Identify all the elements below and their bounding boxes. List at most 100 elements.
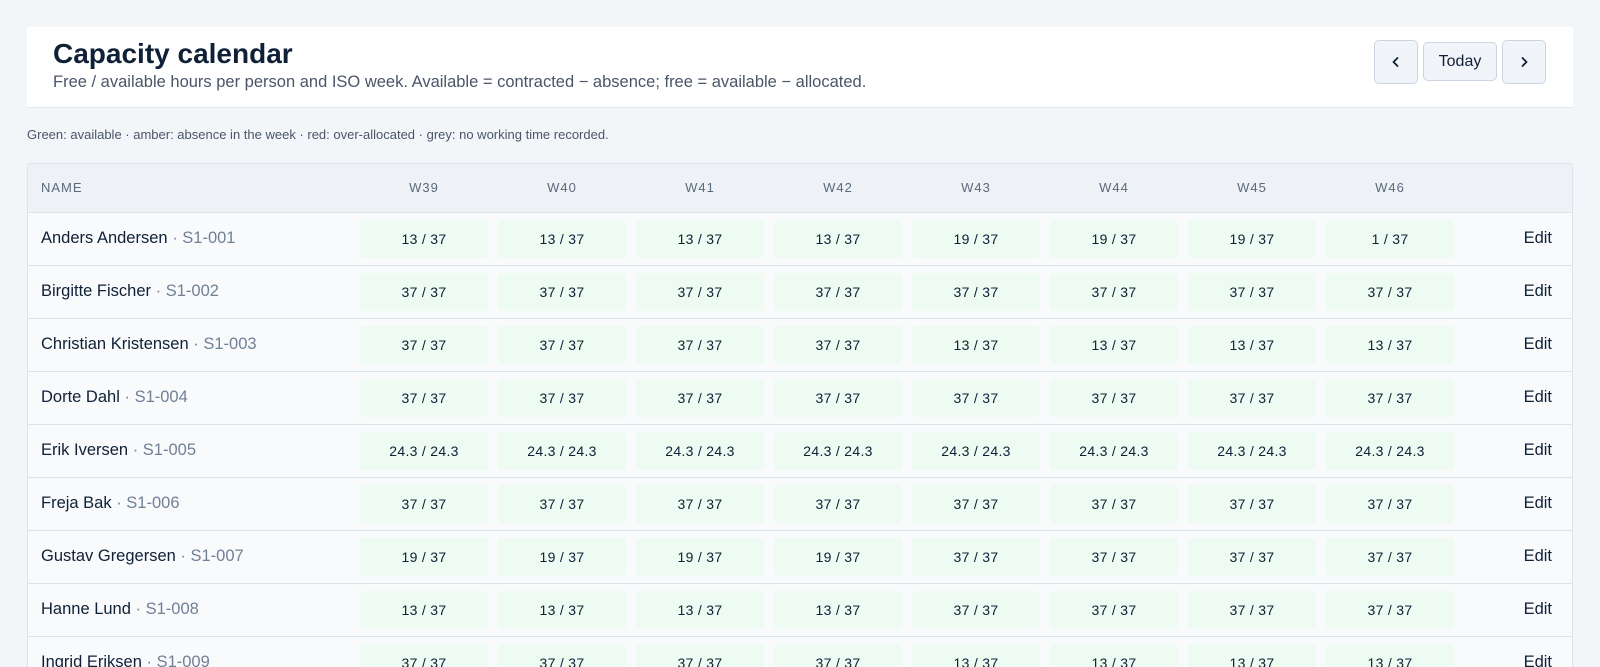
capacity-cell: 37 / 37 bbox=[1050, 537, 1178, 576]
previous-week-button[interactable] bbox=[1374, 40, 1418, 84]
name-id-separator: · bbox=[132, 441, 139, 459]
employee-name: Birgitte Fischer bbox=[41, 282, 152, 300]
capacity-cell-container: 13 / 37 bbox=[1321, 318, 1459, 371]
next-week-button[interactable] bbox=[1502, 40, 1546, 84]
table-row: Hanne Lund · S1-008 13 / 37 13 / 37 13 / 37… bbox=[28, 583, 1572, 636]
capacity-cell-container: 37 / 37 bbox=[1321, 477, 1459, 530]
edit-button[interactable]: Edit bbox=[1524, 388, 1552, 406]
chevron-left-icon bbox=[1392, 57, 1399, 67]
edit-button[interactable]: Edit bbox=[1524, 441, 1552, 459]
capacity-cell-container: 37 / 37 bbox=[769, 265, 907, 318]
capacity-cell: 13 / 37 bbox=[774, 590, 902, 629]
capacity-cell-container: 13 / 37 bbox=[1321, 636, 1459, 667]
capacity-cell: 13 / 37 bbox=[360, 219, 488, 258]
capacity-cell-container: 24.3 / 24.3 bbox=[907, 424, 1045, 477]
employee-id: S1-007 bbox=[190, 547, 244, 565]
employee-id: S1-002 bbox=[165, 282, 219, 300]
employee-id: S1-004 bbox=[134, 388, 188, 406]
capacity-cell: 37 / 37 bbox=[774, 325, 902, 364]
edit-button[interactable]: Edit bbox=[1524, 282, 1552, 300]
capacity-cell: 37 / 37 bbox=[912, 272, 1040, 311]
capacity-cell: 37 / 37 bbox=[774, 643, 902, 667]
capacity-cell-container: 37 / 37 bbox=[355, 636, 493, 667]
name-id-separator: · bbox=[172, 229, 178, 247]
capacity-cell-container: 37 / 37 bbox=[355, 477, 493, 530]
capacity-cell: 13 / 37 bbox=[498, 219, 626, 258]
capacity-cell: 37 / 37 bbox=[636, 484, 764, 523]
capacity-cell-container: 37 / 37 bbox=[1183, 583, 1321, 636]
capacity-cell: 37 / 37 bbox=[636, 643, 764, 667]
capacity-cell: 37 / 37 bbox=[1326, 272, 1454, 311]
edit-button[interactable]: Edit bbox=[1524, 653, 1552, 667]
color-legend: Green: available · amber: absence in the… bbox=[27, 127, 609, 142]
name-id-separator: · bbox=[116, 494, 122, 512]
capacity-cell: 13 / 37 bbox=[912, 325, 1040, 364]
capacity-cell: 13 / 37 bbox=[1050, 325, 1178, 364]
employee-name: Gustav Gregersen bbox=[41, 547, 176, 565]
employee-name-cell: Anders Andersen · S1-001 bbox=[28, 212, 355, 265]
capacity-cell: 37 / 37 bbox=[1326, 484, 1454, 523]
table-row: Ingrid Eriksen · S1-009 37 / 37 37 / 37 37 … bbox=[28, 636, 1572, 667]
capacity-cell-container: 37 / 37 bbox=[1045, 477, 1183, 530]
capacity-cell: 37 / 37 bbox=[498, 484, 626, 523]
column-header-week: W46 bbox=[1375, 180, 1405, 196]
capacity-cell-container: 37 / 37 bbox=[1183, 265, 1321, 318]
capacity-cell: 13 / 37 bbox=[636, 590, 764, 629]
employee-name-cell: Erik Iversen · S1-005 bbox=[28, 424, 355, 477]
capacity-cell-container: 37 / 37 bbox=[631, 318, 769, 371]
employee-id: S1-008 bbox=[145, 600, 199, 618]
capacity-cell-container: 37 / 37 bbox=[769, 371, 907, 424]
capacity-cell: 13 / 37 bbox=[498, 590, 626, 629]
capacity-cell: 37 / 37 bbox=[498, 272, 626, 311]
capacity-cell: 24.3 / 24.3 bbox=[1050, 431, 1178, 470]
capacity-cell-container: 37 / 37 bbox=[769, 318, 907, 371]
edit-cell: Edit bbox=[1459, 636, 1572, 667]
capacity-cell-container: 13 / 37 bbox=[907, 636, 1045, 667]
employee-id: S1-006 bbox=[126, 494, 180, 512]
employee-name: Hanne Lund bbox=[41, 600, 131, 618]
capacity-cell: 37 / 37 bbox=[1188, 378, 1316, 417]
table-row: Freja Bak · S1-006 37 / 37 37 / 37 37 / 37 3… bbox=[28, 477, 1572, 530]
capacity-cell: 37 / 37 bbox=[912, 378, 1040, 417]
edit-button[interactable]: Edit bbox=[1524, 494, 1552, 512]
name-id-separator: · bbox=[155, 282, 162, 300]
capacity-cell: 37 / 37 bbox=[912, 484, 1040, 523]
capacity-cell-container: 37 / 37 bbox=[493, 318, 631, 371]
capacity-cell-container: 13 / 37 bbox=[355, 212, 493, 265]
capacity-cell: 13 / 37 bbox=[774, 219, 902, 258]
table-body: Anders Andersen · S1-001 13 / 37 13 / 37 13… bbox=[28, 212, 1572, 667]
capacity-cell-container: 37 / 37 bbox=[1183, 477, 1321, 530]
capacity-cell: 13 / 37 bbox=[1050, 643, 1178, 667]
capacity-cell-container: 37 / 37 bbox=[1045, 265, 1183, 318]
capacity-cell-container: 1 / 37 bbox=[1321, 212, 1459, 265]
capacity-cell-container: 37 / 37 bbox=[1183, 530, 1321, 583]
edit-button[interactable]: Edit bbox=[1524, 229, 1552, 247]
edit-button[interactable]: Edit bbox=[1524, 600, 1552, 618]
capacity-cell-container: 13 / 37 bbox=[1045, 636, 1183, 667]
capacity-cell-container: 13 / 37 bbox=[631, 583, 769, 636]
name-id-separator: · bbox=[124, 388, 130, 406]
name-id-separator: · bbox=[146, 653, 152, 667]
capacity-cell-container: 37 / 37 bbox=[631, 477, 769, 530]
name-id-separator: · bbox=[193, 335, 199, 353]
capacity-cell: 13 / 37 bbox=[1326, 325, 1454, 364]
capacity-table: NAME W39 W40 W41 W42 W43 W44 W45 W46 Anders And… bbox=[28, 164, 1572, 667]
capacity-cell-container: 37 / 37 bbox=[1045, 583, 1183, 636]
capacity-cell-container: 24.3 / 24.3 bbox=[493, 424, 631, 477]
column-header-week: W43 bbox=[961, 180, 991, 196]
capacity-cell-container: 37 / 37 bbox=[493, 265, 631, 318]
capacity-cell: 37 / 37 bbox=[498, 325, 626, 364]
capacity-cell-container: 37 / 37 bbox=[907, 477, 1045, 530]
employee-name: Anders Andersen bbox=[41, 229, 168, 247]
column-header-name: NAME bbox=[41, 180, 83, 196]
capacity-cell-container: 24.3 / 24.3 bbox=[631, 424, 769, 477]
today-button[interactable]: Today bbox=[1423, 42, 1497, 81]
employee-name-cell: Hanne Lund · S1-008 bbox=[28, 583, 355, 636]
capacity-cell-container: 19 / 37 bbox=[769, 530, 907, 583]
capacity-cell-container: 37 / 37 bbox=[631, 636, 769, 667]
capacity-cell: 19 / 37 bbox=[912, 219, 1040, 258]
edit-cell: Edit bbox=[1459, 212, 1572, 265]
edit-button[interactable]: Edit bbox=[1524, 335, 1552, 353]
edit-button[interactable]: Edit bbox=[1524, 547, 1552, 565]
table-header-row: NAME W39 W40 W41 W42 W43 W44 W45 W46 bbox=[28, 164, 1572, 212]
